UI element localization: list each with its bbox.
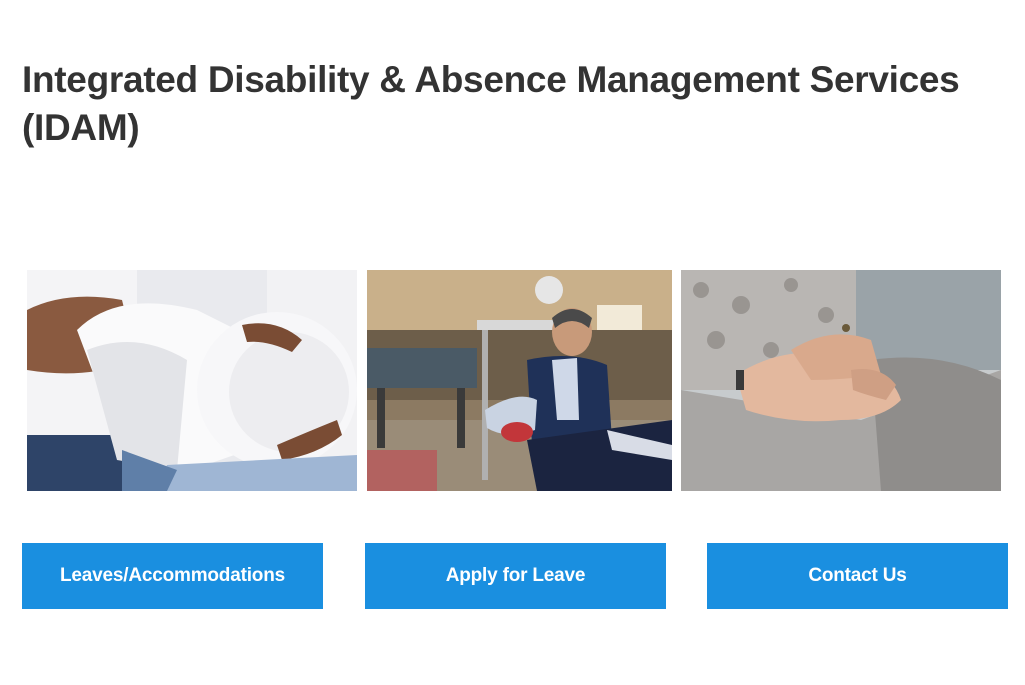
apply-for-leave-button[interactable]: Apply for Leave [365, 543, 666, 609]
injured-worker-image [367, 270, 672, 491]
leaves-accommodations-button[interactable]: Leaves/Accommodations [22, 543, 323, 609]
page-title: Integrated Disability & Absence Manageme… [22, 59, 960, 148]
holding-hands-image [681, 270, 1001, 491]
contact-us-button[interactable]: Contact Us [707, 543, 1008, 609]
pregnant-woman-image [27, 270, 357, 491]
page: Integrated Disability & Absence Manageme… [0, 0, 1025, 685]
